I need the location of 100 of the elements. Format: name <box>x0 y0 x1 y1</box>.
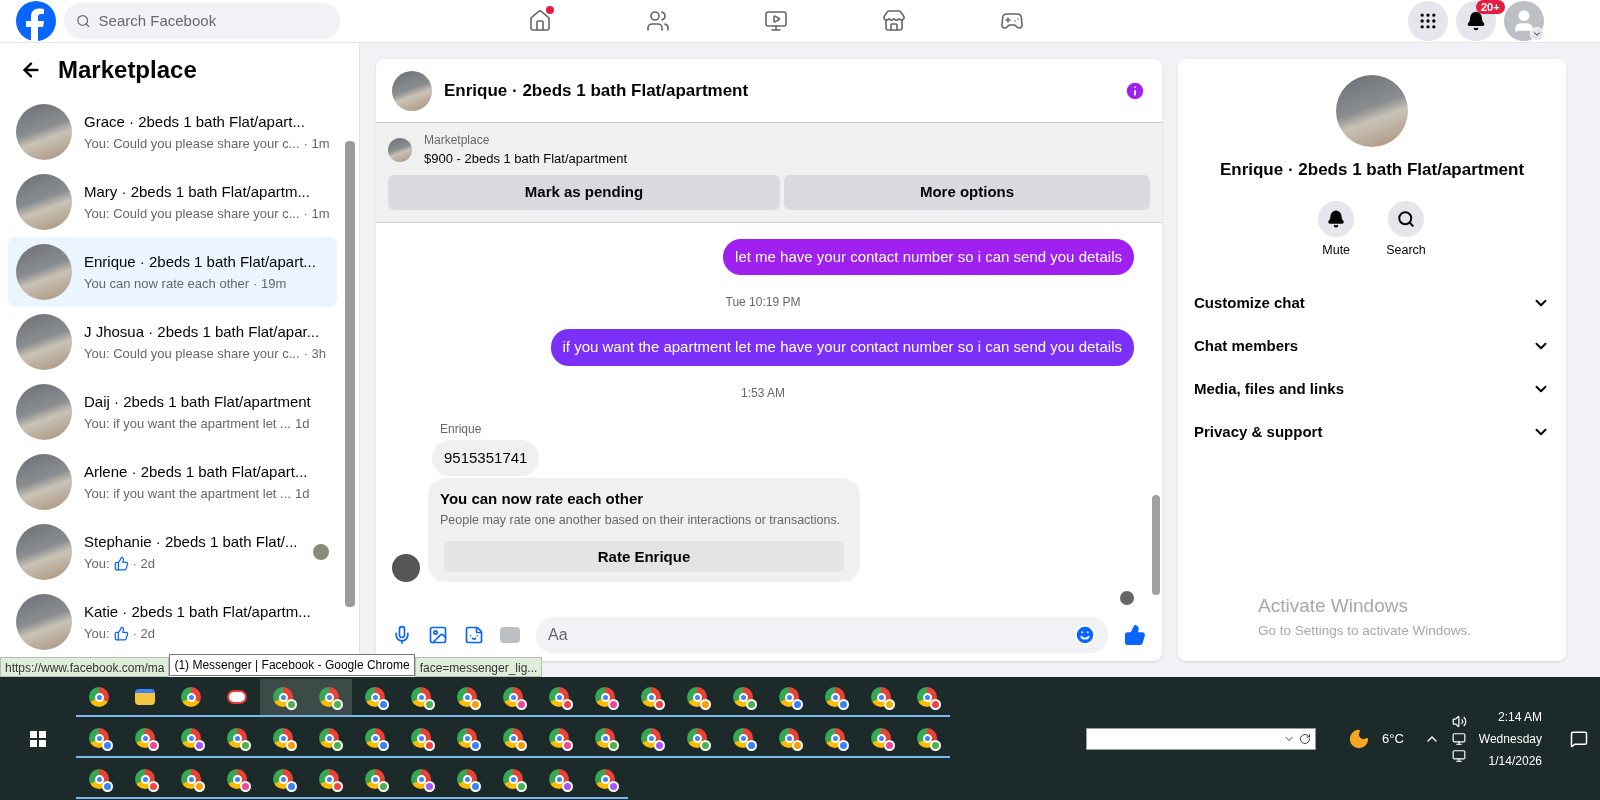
conversation-item[interactable]: Grace · 2beds 1 bath Flat/apart... You: Could you please share your c... · 1m <box>8 97 337 167</box>
message-time: · 19m <box>253 274 287 293</box>
listing-action-button[interactable]: More options <box>784 174 1150 210</box>
bell-icon <box>1466 11 1486 31</box>
activation-notice-text: Go to Settings to activate Windows. <box>1258 621 1472 640</box>
details-section[interactable]: Privacy & support <box>1194 410 1550 454</box>
like-icon <box>113 555 129 571</box>
search-icon <box>1397 209 1415 228</box>
message-preview: You: Could you please share your c... <box>84 204 300 223</box>
listing-photo <box>16 524 72 580</box>
image-icon[interactable] <box>428 625 448 645</box>
conversation-title: Enrique · 2beds 1 bath Flat/apart... <box>84 252 317 272</box>
listing-action-button[interactable]: Mark as pending <box>388 174 780 210</box>
rate-button[interactable]: Rate Enrique <box>444 541 844 573</box>
details-section[interactable]: Chat members <box>1194 324 1550 368</box>
temperature: 6°C <box>1382 729 1404 748</box>
details-section[interactable]: Media, files and links <box>1194 367 1550 411</box>
conversation-title: J Jhosua · 2beds 1 bath Flat/apar... <box>84 322 321 342</box>
conversation-item[interactable]: Enrique · 2beds 1 bath Flat/apart... You can now rate each other · 19m <box>8 237 337 307</box>
video-icon <box>764 9 788 33</box>
emoji-icon[interactable] <box>1074 624 1096 646</box>
listing-photo <box>16 104 72 160</box>
search-icon <box>76 13 91 29</box>
network-icon[interactable] <box>1452 749 1467 763</box>
conversation-title: Katie · 2beds 1 bath Flat/apartm... <box>84 602 312 622</box>
microphone-icon[interactable] <box>392 625 412 645</box>
message-preview: You: if you want the apartment let ... <box>84 414 291 433</box>
conversation-title: Arlene · 2beds 1 bath Flat/apart... <box>84 462 309 482</box>
conversation-item[interactable]: Arlene · 2beds 1 bath Flat/apart... You: if you want the apartment let ... 1d <box>8 447 337 517</box>
search-field[interactable]: Search Facebook <box>64 3 340 39</box>
conversation-item[interactable]: Daij · 2beds 1 bath Flat/apartment You: if you want the apartment let ... 1d <box>8 377 337 447</box>
conversation-item[interactable]: Stephanie · 2beds 1 bath Flat/... You: · 2d <box>8 517 337 587</box>
message-time: · 2d <box>132 624 155 643</box>
conversation-title: Grace · 2beds 1 bath Flat/apart... <box>84 112 306 132</box>
conversation-title: Stephanie · 2beds 1 bath Flat/... <box>84 532 299 552</box>
listing-label: Marketplace <box>424 132 491 149</box>
listing-photo <box>16 454 72 510</box>
info-icon[interactable] <box>1124 79 1146 102</box>
scrollbar[interactable] <box>345 141 355 607</box>
search-input[interactable]: Search Facebook <box>98 9 328 33</box>
message-timestamp: 1:53 AM <box>741 384 785 402</box>
sticker-icon[interactable] <box>464 625 484 645</box>
message-preview: You: <box>84 554 110 573</box>
outgoing-message: if you want the apartment let me have your contact number so i can send you details <box>550 329 1134 366</box>
message-input[interactable]: Aa <box>548 623 1074 647</box>
sidebar-title: Marketplace <box>58 55 197 85</box>
address-field[interactable] <box>1086 727 1316 750</box>
status-url: https://www.facebook.com/ma <box>0 657 170 677</box>
browser-icon <box>89 687 109 707</box>
message-time: · 2d <box>132 554 155 573</box>
user-avatar <box>392 554 420 583</box>
outgoing-message: let me have your contact number so i can send you details <box>723 238 1134 275</box>
clock-day: Wednesday <box>1478 727 1542 750</box>
chat-photo <box>392 70 432 111</box>
listing-photo <box>16 384 72 440</box>
taskbar-app[interactable] <box>306 679 352 717</box>
conversation-title: Daij · 2beds 1 bath Flat/apartment <box>84 392 312 412</box>
message-preview: You: Could you please share your c... <box>84 134 300 153</box>
message-timestamp: Tue 10:19 PM <box>725 294 801 311</box>
read-receipt-avatar <box>1120 591 1134 605</box>
scrollbar[interactable] <box>1152 495 1160 595</box>
incoming-message: 9515351741 <box>432 439 540 476</box>
volume-icon[interactable] <box>1451 714 1467 729</box>
listing-photo <box>388 137 412 162</box>
message-preview: You: <box>84 624 110 643</box>
message-preview: You: Could you please share your c... <box>84 344 300 363</box>
bell-icon <box>1327 209 1346 228</box>
refresh-icon[interactable] <box>1299 732 1311 745</box>
details-section[interactable]: Customize chat <box>1194 281 1550 325</box>
status-url: face=messenger_lig... <box>414 657 543 677</box>
rating-card-title: You can now rate each other <box>440 489 645 509</box>
message-time: · 1m <box>303 134 330 153</box>
sender-name: Enrique <box>440 420 483 438</box>
like-icon <box>113 625 129 641</box>
message-preview: You can now rate each other <box>84 274 250 293</box>
conversation-item[interactable]: Mary · 2beds 1 bath Flat/apartm... You: Could you please share your c... · 1m <box>8 167 337 237</box>
message-time: · 1m <box>303 204 330 223</box>
conversation-item[interactable]: Katie · 2beds 1 bath Flat/apartm... You: · 2d <box>8 587 337 657</box>
chat-title: Enrique · 2beds 1 bath Flat/apartment <box>444 79 749 102</box>
conversation-title: Mary · 2beds 1 bath Flat/apartm... <box>84 182 311 202</box>
folder-icon <box>135 689 155 705</box>
notifications-icon[interactable] <box>1570 729 1588 748</box>
marketplace-icon <box>882 9 906 33</box>
menu-icon <box>1418 11 1438 31</box>
moon-icon <box>1348 727 1370 750</box>
windows-start-icon[interactable] <box>30 730 46 747</box>
listing-photo <box>16 594 72 650</box>
listing-photo <box>16 314 72 370</box>
listing-photo <box>16 244 72 300</box>
message-time: 1d <box>294 484 310 503</box>
menu-button[interactable] <box>1408 1 1448 41</box>
clock-time: 2:14 AM <box>1497 708 1542 726</box>
like-icon[interactable] <box>1124 624 1146 646</box>
browser-icon <box>181 687 201 707</box>
message-time: 1d <box>294 414 310 433</box>
tooltip: (1) Messenger | Facebook - Google Chrome <box>169 654 415 676</box>
taskbar-app[interactable] <box>260 679 306 717</box>
message-field[interactable]: Aa <box>536 617 1108 653</box>
notification-badge: 20+ <box>1476 0 1505 14</box>
conversation-item[interactable]: J Jhosua · 2beds 1 bath Flat/apar... You: Could you please share your c... · 3h <box>8 307 337 377</box>
